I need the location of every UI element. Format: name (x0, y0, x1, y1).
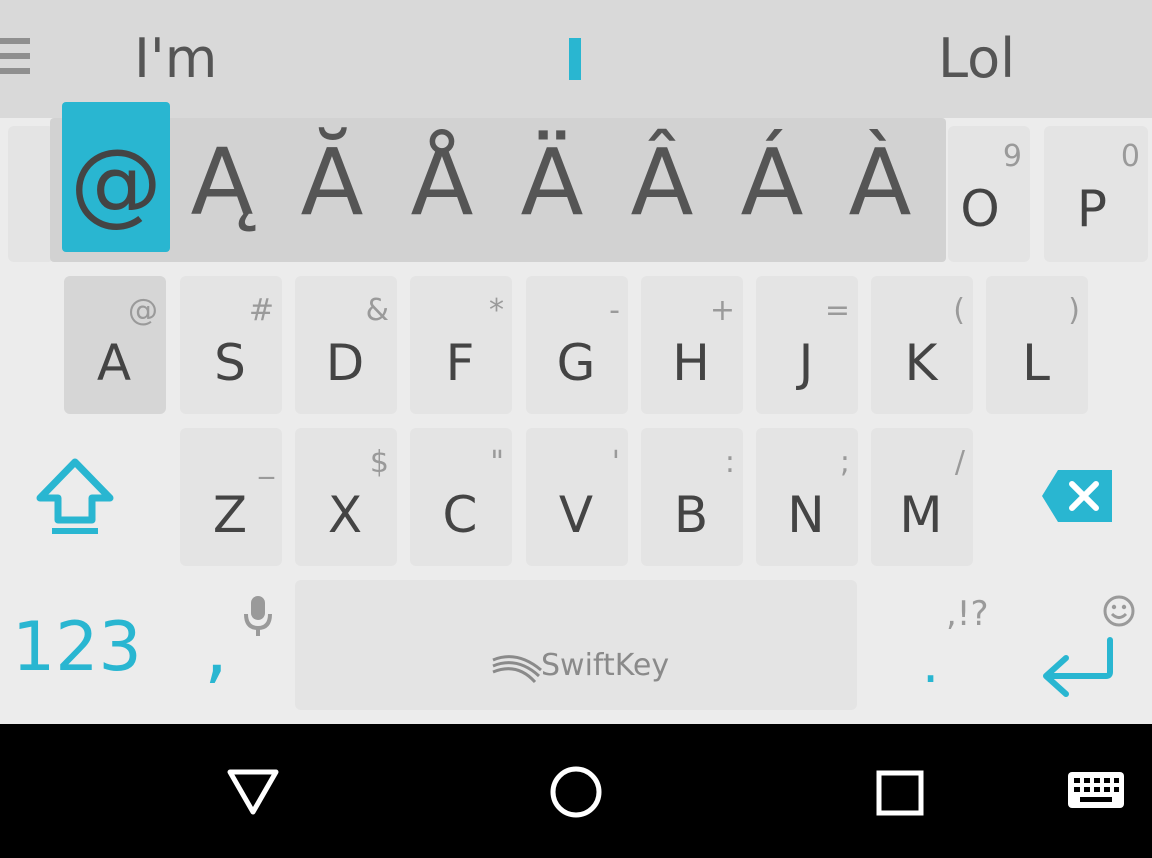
key-l-hint: ) (1068, 293, 1080, 328)
key-n[interactable]: ; N (756, 428, 858, 566)
comma-label: , (204, 603, 229, 692)
key-a-hint: @ (128, 293, 158, 328)
key-p-hint: 0 (1120, 139, 1140, 174)
suggestion-right[interactable]: Lol (938, 26, 1015, 92)
key-g[interactable]: - G (526, 276, 628, 414)
shift-key[interactable] (30, 452, 120, 542)
key-j-hint: = (824, 293, 850, 328)
suggestion-bar: I'm Lol (0, 0, 1152, 118)
space-brand-label: SwiftKey (541, 648, 670, 683)
key-x-label: X (327, 486, 363, 544)
key-o-hint: 9 (1002, 139, 1022, 174)
key-k-label: K (904, 334, 938, 392)
enter-key[interactable] (1030, 590, 1142, 702)
key-z-hint: _ (259, 445, 274, 480)
key-v[interactable]: ' V (526, 428, 628, 566)
key-h-hint: + (709, 293, 735, 328)
period-key[interactable]: ,!? . (900, 590, 1000, 700)
shift-arrow-icon (36, 458, 114, 534)
key-g-label: G (556, 334, 596, 392)
key-j[interactable]: = J (756, 276, 858, 414)
popup-alt-2[interactable]: Ă (278, 128, 386, 238)
key-v-label: V (558, 486, 594, 544)
key-m-label: M (899, 486, 943, 544)
key-f[interactable]: * F (410, 276, 512, 414)
home-circle-icon[interactable] (548, 764, 604, 820)
key-m[interactable]: / M (871, 428, 973, 566)
suggestion-left[interactable]: I'm (134, 26, 217, 92)
key-c[interactable]: " C (410, 428, 512, 566)
backspace-icon (1042, 470, 1112, 522)
popup-alt-6[interactable]: Á (718, 128, 826, 238)
key-b-label: B (673, 486, 709, 544)
key-k[interactable]: ( K (871, 276, 973, 414)
key-b[interactable]: : B (641, 428, 743, 566)
key-d-hint: & (365, 293, 389, 328)
key-p[interactable]: 0 P (1044, 126, 1148, 262)
key-o-label: O (960, 180, 1000, 238)
recents-square-icon[interactable] (876, 770, 924, 816)
period-key-hint: ,!? (946, 594, 989, 634)
microphone-icon (244, 596, 272, 636)
emoji-icon (1103, 595, 1135, 627)
swiftkey-logo-icon (492, 655, 542, 684)
popup-alt-3[interactable]: Å (388, 128, 496, 238)
popup-alt-4[interactable]: Ä (498, 128, 606, 238)
key-c-hint: " (490, 445, 504, 480)
key-z[interactable]: _ Z (180, 428, 282, 566)
key-f-hint: * (489, 293, 504, 328)
key-p-label: P (1076, 180, 1108, 238)
key-m-hint: / (954, 445, 965, 480)
key-f-label: F (445, 334, 475, 392)
period-label: . (922, 632, 940, 695)
numbers-key[interactable]: 123 (12, 610, 142, 686)
key-n-hint: ; (839, 445, 850, 480)
key-b-hint: : (724, 445, 735, 480)
comma-key[interactable]: , (190, 586, 280, 706)
key-l[interactable]: ) L (986, 276, 1088, 414)
key-x[interactable]: $ X (295, 428, 397, 566)
key-j-label: J (798, 334, 814, 392)
key-c-label: C (442, 486, 478, 544)
key-z-label: Z (212, 486, 248, 544)
popup-alt-1[interactable]: Ą (168, 128, 276, 238)
key-x-hint: $ (369, 445, 389, 480)
key-g-hint: - (609, 293, 620, 328)
menu-icon[interactable] (0, 38, 32, 82)
key-a-label: A (96, 334, 132, 392)
popup-alt-7[interactable]: À (826, 128, 934, 238)
navigation-bar (0, 724, 1152, 858)
key-d[interactable]: & D (295, 276, 397, 414)
key-s[interactable]: # S (180, 276, 282, 414)
key-l-label: L (1022, 334, 1050, 392)
backspace-key[interactable] (1040, 468, 1114, 524)
key-o[interactable]: 9 O (948, 126, 1030, 262)
key-s-label: S (214, 334, 246, 392)
enter-icon (1043, 637, 1113, 697)
space-bar[interactable]: SwiftKey (295, 580, 857, 710)
key-h[interactable]: + H (641, 276, 743, 414)
back-triangle-icon[interactable] (226, 768, 280, 816)
key-h-label: H (672, 334, 710, 392)
key-s-hint: # (248, 293, 274, 328)
key-k-hint: ( (953, 293, 965, 328)
popup-alt-5[interactable]: Â (608, 128, 716, 238)
key-n-label: N (787, 486, 825, 544)
popup-selected-label: @ (70, 129, 162, 236)
key-q-partial[interactable] (8, 126, 54, 262)
keyboard-icon[interactable] (1066, 770, 1126, 812)
popup-selected[interactable]: @ (62, 102, 170, 252)
key-a[interactable]: @ A (64, 276, 166, 414)
suggestion-middle-cursor[interactable] (569, 38, 581, 80)
key-d-label: D (325, 334, 365, 392)
key-v-hint: ' (611, 445, 620, 480)
